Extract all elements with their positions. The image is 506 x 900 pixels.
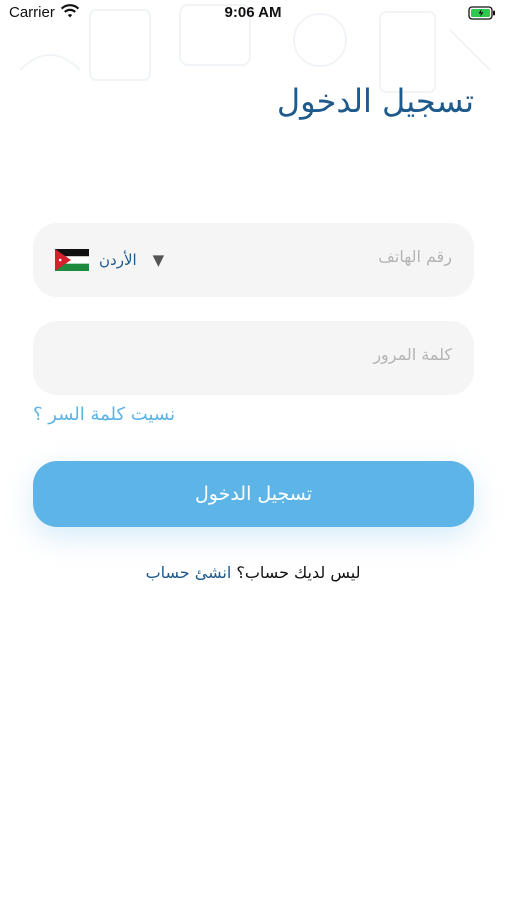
password-field[interactable]: كلمة المرور [33,321,474,395]
signup-prompt: ليس لديك حساب؟ انشئ حساب [0,563,506,582]
caret-down-icon: ▼ [152,251,165,269]
password-placeholder: كلمة المرور [373,345,452,364]
country-name: الأردن [99,251,137,269]
forgot-password-link[interactable]: نسيت كلمة السر ؟ [33,404,175,425]
login-button[interactable]: تسجيل الدخول [33,461,474,527]
jordan-flag-icon [55,249,89,271]
country-selector[interactable]: الأردن ▼ [55,247,164,273]
phone-field[interactable]: الأردن ▼ رقم الهاتف [33,223,474,297]
signup-prompt-text: ليس لديك حساب؟ [236,563,361,582]
phone-placeholder: رقم الهاتف [378,247,452,266]
page-title: تسجيل الدخول [276,82,474,120]
create-account-link[interactable]: انشئ حساب [146,563,232,582]
